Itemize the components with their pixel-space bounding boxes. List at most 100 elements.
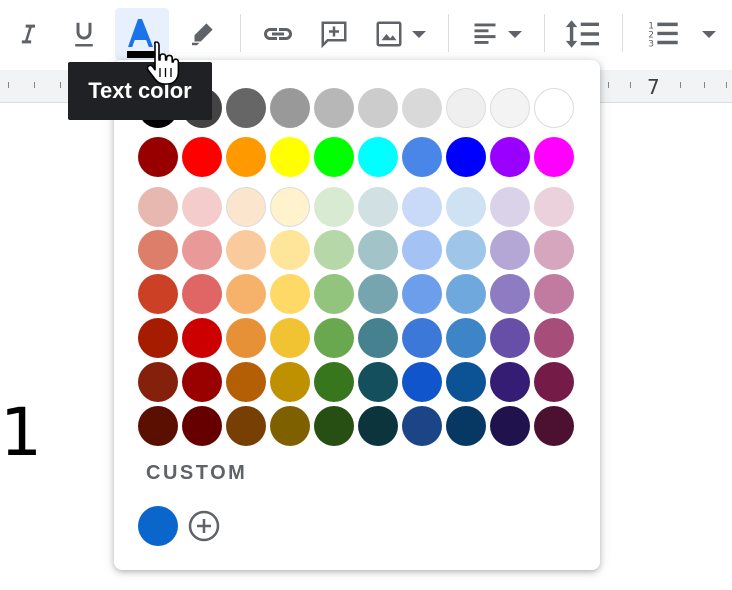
highlight-icon — [192, 23, 213, 46]
align-button[interactable] — [464, 8, 530, 60]
color-swatch[interactable] — [402, 187, 442, 227]
color-swatch[interactable] — [270, 88, 310, 128]
color-swatch[interactable] — [358, 187, 398, 227]
color-swatch[interactable] — [534, 230, 574, 270]
color-swatch[interactable] — [182, 406, 222, 446]
ruler-tick — [8, 82, 9, 88]
color-swatch[interactable] — [402, 230, 442, 270]
color-swatch[interactable] — [490, 318, 530, 358]
color-swatch[interactable] — [182, 187, 222, 227]
color-swatch[interactable] — [534, 88, 574, 128]
color-swatch[interactable] — [138, 230, 178, 270]
color-swatch[interactable] — [226, 406, 266, 446]
color-swatch[interactable] — [138, 187, 178, 227]
color-swatch[interactable] — [490, 362, 530, 402]
color-swatch[interactable] — [226, 274, 266, 314]
chevron-down-icon — [508, 31, 522, 38]
color-swatch[interactable] — [490, 406, 530, 446]
chevron-down-icon — [412, 31, 426, 38]
color-swatch[interactable] — [446, 318, 486, 358]
color-swatch[interactable] — [182, 274, 222, 314]
color-swatch[interactable] — [182, 362, 222, 402]
insert-image-button[interactable] — [368, 8, 434, 60]
color-swatch[interactable] — [446, 406, 486, 446]
color-swatch[interactable] — [446, 274, 486, 314]
color-swatch[interactable] — [314, 274, 354, 314]
color-swatch[interactable] — [402, 362, 442, 402]
color-swatch[interactable] — [138, 318, 178, 358]
tooltip: Text color — [68, 62, 212, 120]
color-swatch[interactable] — [402, 406, 442, 446]
color-swatch[interactable] — [314, 406, 354, 446]
color-swatch[interactable] — [226, 230, 266, 270]
ruler-tick — [704, 82, 705, 88]
color-swatch[interactable] — [226, 187, 266, 227]
numbered-list-button[interactable]: 123 — [640, 8, 724, 60]
color-swatch[interactable] — [402, 318, 442, 358]
color-swatch[interactable] — [226, 362, 266, 402]
italic-button[interactable] — [8, 8, 48, 60]
color-swatch[interactable] — [534, 137, 574, 177]
custom-section-label: CUSTOM — [146, 462, 248, 484]
color-swatch[interactable] — [138, 406, 178, 446]
color-swatch[interactable] — [534, 406, 574, 446]
color-swatch[interactable] — [270, 230, 310, 270]
color-swatch[interactable] — [270, 362, 310, 402]
color-swatch[interactable] — [358, 318, 398, 358]
color-swatch[interactable] — [446, 230, 486, 270]
color-swatch[interactable] — [534, 274, 574, 314]
color-swatch[interactable] — [314, 362, 354, 402]
color-swatch[interactable] — [358, 137, 398, 177]
color-swatch[interactable] — [358, 406, 398, 446]
color-swatch[interactable] — [226, 88, 266, 128]
highlight-button[interactable] — [182, 8, 222, 60]
underline-icon — [75, 22, 93, 47]
color-swatch[interactable] — [270, 187, 310, 227]
color-swatch[interactable] — [534, 187, 574, 227]
color-swatch[interactable] — [402, 274, 442, 314]
color-swatch[interactable] — [182, 137, 222, 177]
color-swatch[interactable] — [138, 362, 178, 402]
color-swatch[interactable] — [490, 274, 530, 314]
separator — [448, 14, 449, 52]
custom-color-swatch[interactable] — [138, 506, 178, 546]
color-swatch[interactable] — [138, 274, 178, 314]
color-swatch[interactable] — [446, 187, 486, 227]
color-swatch[interactable] — [534, 318, 574, 358]
color-swatch[interactable] — [226, 318, 266, 358]
color-swatch[interactable] — [446, 137, 486, 177]
color-swatch[interactable] — [270, 318, 310, 358]
color-swatch[interactable] — [446, 88, 486, 128]
underline-button[interactable] — [62, 8, 106, 60]
color-swatch[interactable] — [358, 362, 398, 402]
link-icon — [264, 28, 292, 40]
color-swatch[interactable] — [534, 362, 574, 402]
color-swatch[interactable] — [358, 230, 398, 270]
color-swatch[interactable] — [314, 137, 354, 177]
color-swatch[interactable] — [138, 137, 178, 177]
color-swatch[interactable] — [490, 187, 530, 227]
insert-link-button[interactable] — [256, 8, 300, 60]
color-swatch[interactable] — [270, 406, 310, 446]
color-swatch[interactable] — [314, 230, 354, 270]
color-swatch[interactable] — [402, 137, 442, 177]
document-text[interactable]: 1 — [0, 400, 42, 466]
add-circle-icon[interactable] — [186, 508, 222, 544]
color-swatch[interactable] — [314, 318, 354, 358]
color-swatch[interactable] — [358, 88, 398, 128]
line-spacing-button[interactable] — [560, 8, 606, 60]
color-swatch[interactable] — [314, 187, 354, 227]
color-swatch[interactable] — [226, 137, 266, 177]
color-swatch[interactable] — [358, 274, 398, 314]
color-swatch[interactable] — [270, 137, 310, 177]
color-swatch[interactable] — [182, 318, 222, 358]
color-swatch[interactable] — [182, 230, 222, 270]
color-swatch[interactable] — [446, 362, 486, 402]
color-swatch[interactable] — [402, 88, 442, 128]
color-swatch[interactable] — [490, 137, 530, 177]
color-swatch[interactable] — [490, 88, 530, 128]
color-swatch[interactable] — [314, 88, 354, 128]
color-swatch[interactable] — [490, 230, 530, 270]
color-swatch[interactable] — [270, 274, 310, 314]
add-comment-button[interactable] — [313, 8, 355, 60]
